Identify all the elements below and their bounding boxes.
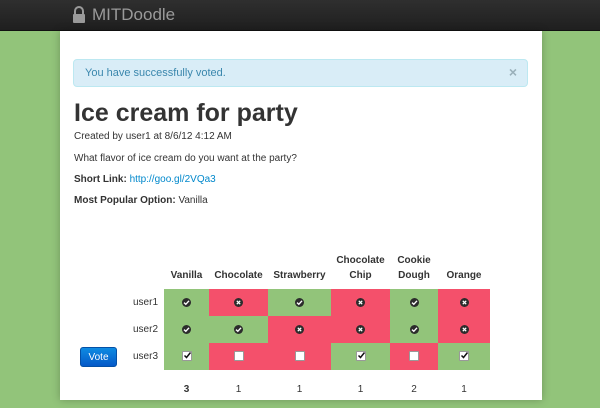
option-total: 1 [461,383,467,395]
vote-yes-cell[interactable] [438,343,490,370]
x-circle-icon [459,297,469,307]
top-navbar: MITDoodle [0,0,600,31]
lock-icon [72,6,86,24]
main-content: You have successfully voted. × Ice cream… [60,31,542,400]
check-circle-icon [234,324,243,334]
short-link-row: Short Link: http://goo.gl/2VQa3 [74,174,216,185]
check-circle-icon [182,324,191,334]
vote-cell [80,289,122,316]
vote-yes-cell [164,289,209,316]
vote-no-cell [209,289,268,316]
close-icon[interactable]: × [509,60,517,84]
totals-row: 3 1 1 1 2 1 [80,370,490,408]
user-name: user2 [132,324,158,335]
brand[interactable]: MITDoodle [72,4,175,26]
vote-no-cell[interactable] [390,343,438,370]
vote-no-cell[interactable] [209,343,268,370]
popular-option-row: Most Popular Option: Vanilla [74,195,208,206]
check-circle-icon [295,297,304,307]
option-total: 1 [296,383,303,395]
x-circle-icon [356,297,365,307]
user-name: user1 [132,297,158,308]
vote-button[interactable]: Vote [80,346,117,367]
x-circle-icon [295,324,304,334]
option-header: Strawberry [273,270,326,281]
option-total: 2 [411,383,417,395]
user-name: user3 [132,351,158,362]
popular-option-label: Most Popular Option: [74,195,176,206]
checkbox-unchecked[interactable] [409,351,419,362]
vote-yes-cell [209,316,268,343]
page-title: Ice cream for party [74,99,298,127]
check-circle-icon [409,297,419,307]
created-by: Created by user1 at 8/6/12 4:12 AM [74,131,232,142]
x-circle-icon [459,324,469,334]
vote-yes-cell [268,289,331,316]
vote-no-cell [438,289,490,316]
option-header: Cookie Dough [397,255,431,281]
vote-no-cell [438,316,490,343]
totals-spacer [80,370,122,408]
checkbox-unchecked[interactable] [294,351,305,362]
short-link-label: Short Link: [74,174,127,185]
option-header: Vanilla [170,270,203,281]
brand-name: MITDoodle [92,5,176,24]
popular-option-value: Vanilla [178,195,208,206]
x-circle-icon [234,297,243,307]
checkbox-checked[interactable] [355,351,366,362]
option-header: Chocolate [214,270,263,281]
alert-message: You have successfully voted. [85,67,226,79]
vote-cell [80,316,122,343]
option-total: 3 [183,383,190,395]
checkbox-checked[interactable] [181,351,192,362]
checkbox-unchecked[interactable] [233,351,244,362]
short-link[interactable]: http://goo.gl/2VQa3 [130,174,216,185]
poll-table: Vanilla Chocolate Strawberry Chocolate C… [80,247,490,408]
table-row: Vote user3 [80,343,490,370]
header-row: Vanilla Chocolate Strawberry Chocolate C… [80,247,490,289]
totals-spacer [122,370,164,408]
table-row: user1 [80,289,490,316]
vote-yes-cell [390,289,438,316]
header-spacer [80,247,122,289]
success-alert: You have successfully voted. × [73,59,528,87]
vote-yes-cell [164,316,209,343]
vote-yes-cell [390,316,438,343]
vote-no-cell [331,316,390,343]
x-circle-icon [356,324,365,334]
option-total: 1 [357,383,364,395]
vote-yes-cell[interactable] [164,343,209,370]
vote-no-cell[interactable] [268,343,331,370]
table-row: user2 [80,316,490,343]
option-header: Orange [446,270,482,281]
option-total: 1 [235,383,242,395]
option-header: Chocolate Chip [336,255,385,281]
check-circle-icon [409,324,419,334]
checkbox-checked[interactable] [459,351,469,362]
poll-question: What flavor of ice cream do you want at … [74,153,297,164]
vote-yes-cell[interactable] [331,343,390,370]
vote-cell: Vote [80,343,122,370]
check-circle-icon [182,297,191,307]
vote-no-cell [331,289,390,316]
vote-no-cell [268,316,331,343]
header-user-spacer [122,247,164,289]
